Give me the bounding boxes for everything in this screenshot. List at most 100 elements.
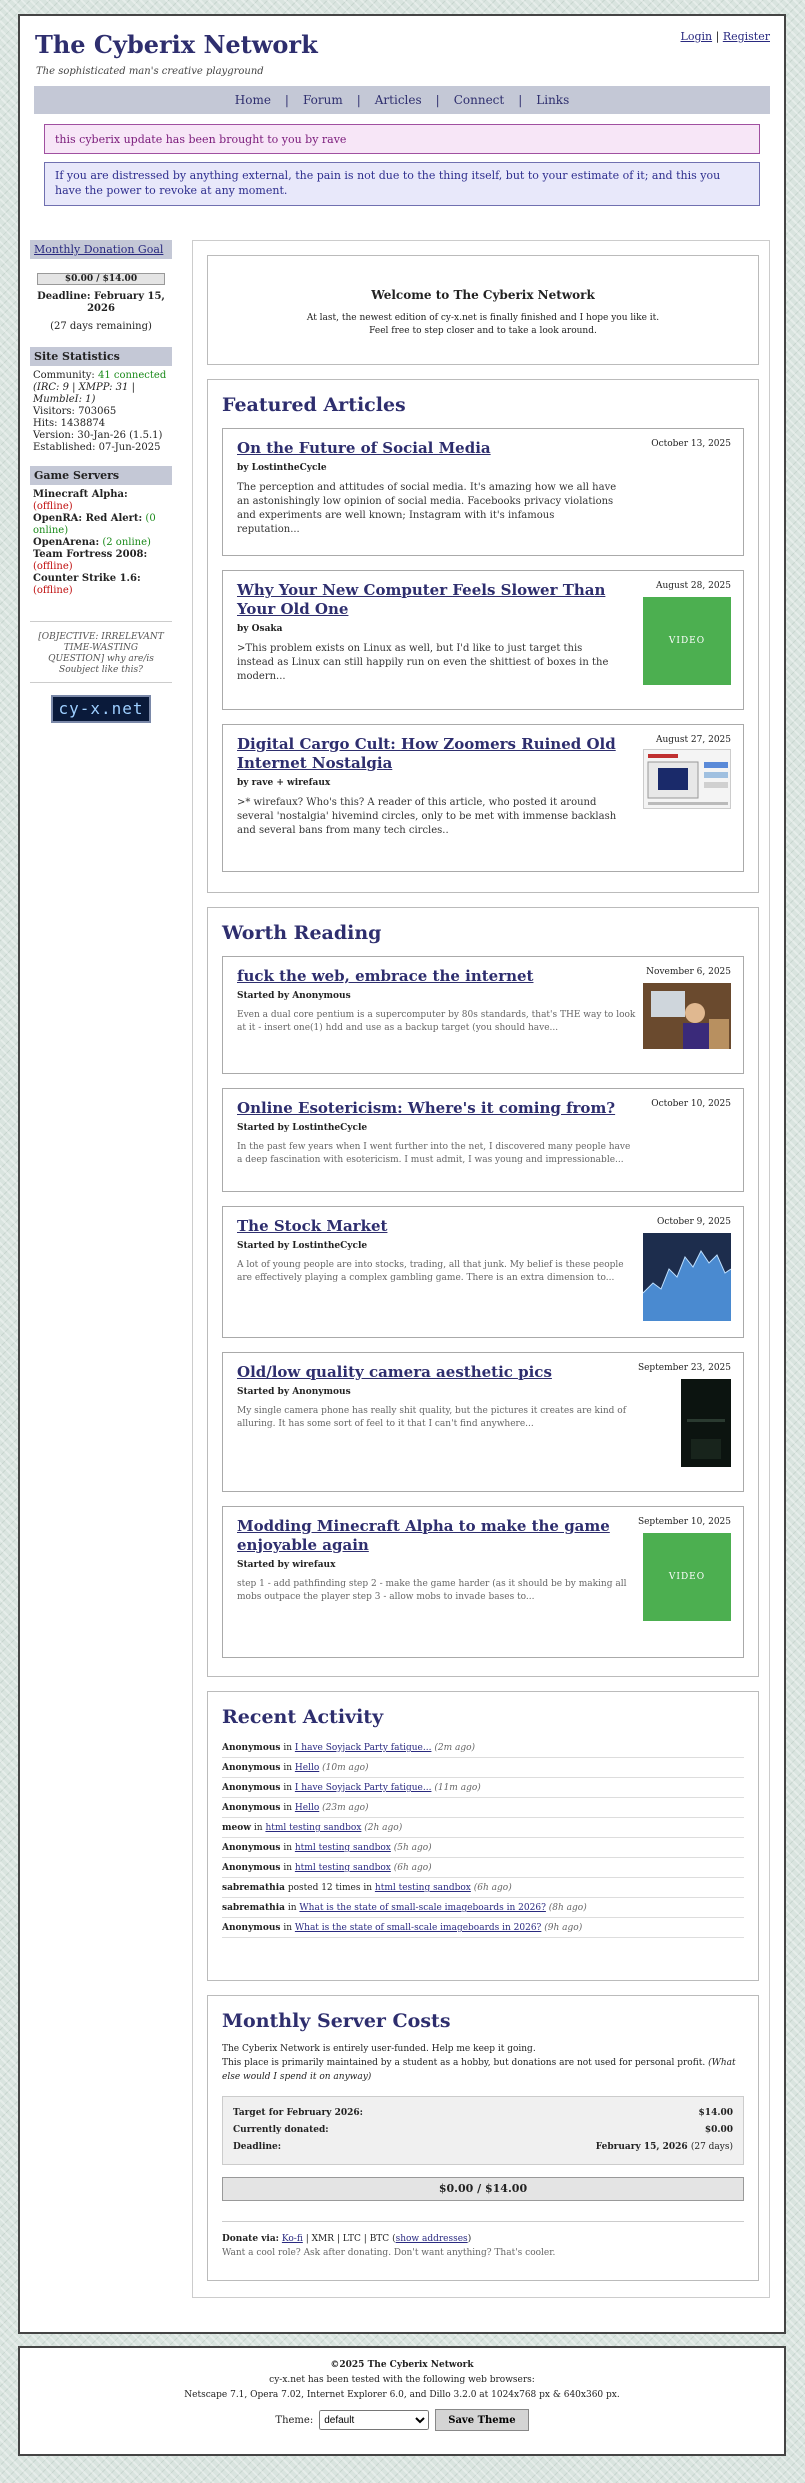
game-server-status: (2 online) <box>102 537 151 548</box>
activity-time: (9h ago) <box>544 1923 583 1933</box>
game-servers-body: Minecraft Alpha: (offline) OpenRA: Red Al… <box>30 485 172 605</box>
article-date: August 28, 2025 <box>655 581 731 591</box>
login-link[interactable]: Login <box>681 30 713 43</box>
post-title-link[interactable]: fuck the web, embrace the internet <box>237 967 627 986</box>
target-value: $14.00 <box>698 2108 733 2118</box>
theme-switcher: Theme: default Save Theme <box>20 2409 784 2431</box>
game-server-status: (offline) <box>33 501 73 512</box>
activity-thread-link[interactable]: html testing sandbox <box>265 1823 361 1833</box>
deadline-row: Deadline: February 15, 2026 (27 days) <box>233 2139 733 2156</box>
article-video-thumbnail[interactable]: VIDEO <box>643 597 731 685</box>
show-addresses-link[interactable]: show addresses <box>396 2234 468 2244</box>
community-line: Community: 41 connected <box>33 370 169 382</box>
game-server-status: (offline) <box>33 585 73 596</box>
site-badge[interactable]: cy-x.net <box>51 695 151 723</box>
nav-articles[interactable]: Articles <box>375 93 422 107</box>
article-excerpt: >* wirefaux? Who's this? A reader of thi… <box>237 797 617 836</box>
post-video-thumbnail[interactable]: VIDEO <box>643 1533 731 1621</box>
activity-verb: in <box>283 1803 293 1813</box>
game-server-name: Minecraft Alpha: <box>33 489 128 500</box>
visitors-count: Visitors: 703065 <box>33 406 117 417</box>
featured-heading: Featured Articles <box>222 394 406 416</box>
activity-thread-link[interactable]: html testing sandbox <box>295 1863 391 1873</box>
post-photo-thumbnail[interactable] <box>643 983 731 1049</box>
page-container: The Cyberix Network The sophisticated ma… <box>18 14 786 2334</box>
activity-verb: in <box>287 1903 297 1913</box>
game-server-row: Team Fortress 2008: (offline) <box>33 549 169 573</box>
featured-articles-section: Featured Articles On the Future of Socia… <box>207 379 759 893</box>
activity-time: (6h ago) <box>473 1883 512 1893</box>
activity-user: sabremathia <box>222 1903 285 1913</box>
auth-links: Login | Register <box>681 30 770 43</box>
activity-time: (23m ago) <box>322 1803 369 1813</box>
article-screenshot-thumbnail[interactable] <box>643 749 731 809</box>
server-costs-heading: Monthly Server Costs <box>222 2010 451 2032</box>
game-server-name: OpenRA: Red Alert: <box>33 513 143 524</box>
activity-thread-link[interactable]: Hello <box>295 1763 319 1773</box>
article-card: Digital Cargo Cult: How Zoomers Ruined O… <box>222 724 744 872</box>
donate-note: Want a cool role? Ask after donating. Do… <box>222 2248 556 2258</box>
costs-explanation: This place is primarily maintained by a … <box>222 2056 744 2084</box>
costs-intro: The Cyberix Network is entirely user-fun… <box>222 2044 536 2054</box>
activity-thread-link[interactable]: html testing sandbox <box>375 1883 471 1893</box>
post-title-link[interactable]: Modding Minecraft Alpha to make the game… <box>237 1517 627 1555</box>
activity-thread-link[interactable]: Hello <box>295 1803 319 1813</box>
footer-copyright: ©2025 The Cyberix Network <box>330 2360 474 2370</box>
article-title-link[interactable]: Digital Cargo Cult: How Zoomers Ruined O… <box>237 735 627 773</box>
activity-list: Anonymous in I have Soyjack Party fatigu… <box>208 1738 758 1938</box>
article-card: On the Future of Social Media by Lostint… <box>222 428 744 556</box>
activity-thread-link[interactable]: I have Soyjack Party fatigue... <box>295 1743 432 1753</box>
activity-user: Anonymous <box>222 1923 281 1933</box>
sidebar: Monthly Donation Goal $0.00 / $14.00 Dea… <box>30 240 172 723</box>
activity-thread-link[interactable]: What is the state of small-scale imagebo… <box>295 1923 542 1933</box>
donate-kofi-link[interactable]: Ko-fi <box>282 2234 303 2244</box>
post-title-link[interactable]: Old/low quality camera aesthetic pics <box>237 1363 627 1382</box>
donate-label: Donate via: <box>222 2234 280 2244</box>
game-servers-heading: Game Servers <box>30 466 172 485</box>
activity-verb: in <box>283 1923 293 1933</box>
target-row: Target for February 2026: $14.00 <box>233 2105 733 2122</box>
established-line: Established: 07-Jun-2025 <box>33 442 161 453</box>
post-title-link[interactable]: Online Esotericism: Where's it coming fr… <box>237 1099 627 1118</box>
forum-post-card: Modding Minecraft Alpha to make the game… <box>222 1506 744 1658</box>
theme-select[interactable]: default <box>319 2410 430 2430</box>
nav-home[interactable]: Home <box>235 93 271 107</box>
activity-time: (8h ago) <box>548 1903 587 1913</box>
donation-deadline: Deadline: February 15, 2026 <box>37 291 165 314</box>
deadline-value: February 15, 2026 <box>595 2142 688 2152</box>
photo-image <box>643 983 731 1049</box>
register-link[interactable]: Register <box>723 30 770 43</box>
costs-progress-bar: $0.00 / $14.00 <box>222 2177 744 2201</box>
post-date: September 10, 2025 <box>637 1517 731 1527</box>
game-server-row: OpenArena: (2 online) <box>33 537 169 549</box>
donation-goal-link[interactable]: Monthly Donation Goal <box>34 243 163 256</box>
forum-post-card: Old/low quality camera aesthetic pics St… <box>222 1352 744 1492</box>
server-costs-section: Monthly Server Costs The Cyberix Network… <box>207 1995 759 2281</box>
game-server-row: OpenRA: Red Alert: (0 online) <box>33 513 169 537</box>
community-value: 41 connected <box>97 370 167 381</box>
activity-thread-link[interactable]: html testing sandbox <box>295 1843 391 1853</box>
screenshot-image <box>647 754 728 805</box>
donate-line: Donate via: Ko-fi | XMR | LTC | BTC (sho… <box>222 2234 472 2244</box>
nav-connect[interactable]: Connect <box>454 93 505 107</box>
post-photo-thumbnail[interactable] <box>681 1379 731 1467</box>
activity-row: sabremathia in What is the state of smal… <box>222 1898 744 1918</box>
forum-post-card: The Stock Market Started by LostintheCyc… <box>222 1206 744 1338</box>
post-date: September 23, 2025 <box>637 1363 731 1373</box>
activity-verb: in <box>283 1783 293 1793</box>
version-line: Version: 30-Jan-26 (1.5.1) <box>33 430 163 441</box>
article-author: by LostintheCycle <box>237 463 327 473</box>
activity-user: meow <box>222 1823 251 1833</box>
nav-links[interactable]: Links <box>536 93 569 107</box>
nav-forum[interactable]: Forum <box>303 93 343 107</box>
article-excerpt: >This problem exists on Linux as well, b… <box>237 643 609 682</box>
article-title-link[interactable]: Why Your New Computer Feels Slower Than … <box>237 581 627 619</box>
article-title-link[interactable]: On the Future of Social Media <box>237 439 627 458</box>
welcome-line-2: Feel free to step closer and to take a l… <box>369 326 597 336</box>
save-theme-button[interactable]: Save Theme <box>435 2409 529 2431</box>
activity-thread-link[interactable]: I have Soyjack Party fatigue... <box>295 1783 432 1793</box>
post-title-link[interactable]: The Stock Market <box>237 1217 627 1236</box>
post-chart-thumbnail[interactable] <box>642 1233 732 1321</box>
article-card: Why Your New Computer Feels Slower Than … <box>222 570 744 710</box>
activity-thread-link[interactable]: What is the state of small-scale imagebo… <box>299 1903 546 1913</box>
